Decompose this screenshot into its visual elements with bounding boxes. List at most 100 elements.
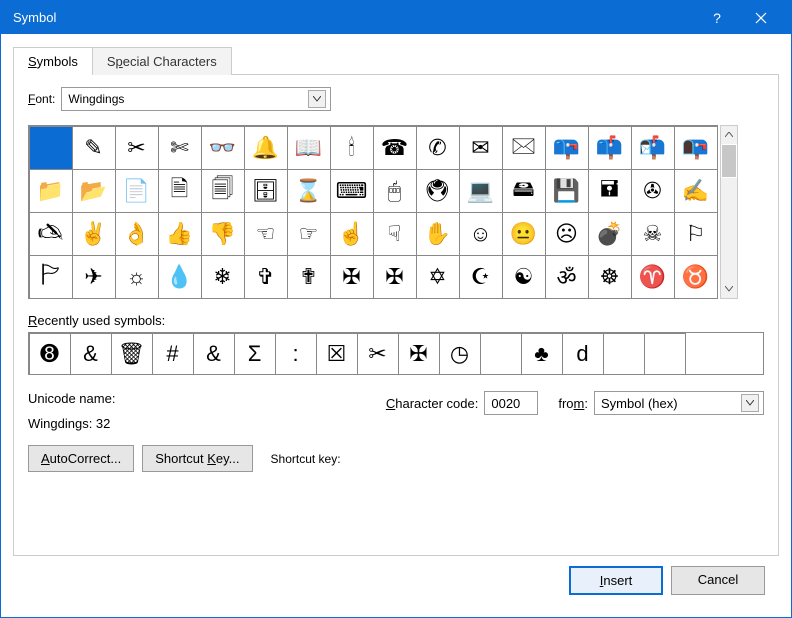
scroll-thumb[interactable] xyxy=(722,145,736,177)
symbol-ok-hand[interactable]: 👌 xyxy=(115,212,159,256)
close-button[interactable] xyxy=(739,1,783,34)
recent-ampersand-script[interactable]: & xyxy=(70,333,112,375)
charcode-input[interactable]: 0020 xyxy=(484,391,538,415)
grid-scrollbar[interactable] xyxy=(720,125,738,299)
recent-hash[interactable]: # xyxy=(152,333,194,375)
help-button[interactable]: ? xyxy=(695,1,739,34)
symbol-mailbox-open[interactable]: 📬 xyxy=(631,126,675,170)
symbol-thumbs-down[interactable]: 👎 xyxy=(201,212,245,256)
font-select[interactable]: Wingdings xyxy=(61,87,331,111)
tab-strip: Symbols Special Characters xyxy=(13,46,779,74)
symbol-mailbox-lowered[interactable]: 📭 xyxy=(674,126,718,170)
symbol-writing-hand[interactable]: ✍ xyxy=(674,169,718,213)
recent-clock[interactable]: ◷ xyxy=(439,333,481,375)
symbol-raised-hand[interactable]: ✋ xyxy=(416,212,460,256)
symbol-maltese-cross[interactable]: ✠ xyxy=(373,255,417,299)
recent-blank3[interactable] xyxy=(644,333,686,375)
symbol-computer[interactable]: 💻 xyxy=(459,169,503,213)
symbol-document-text[interactable]: 🗎 xyxy=(158,169,202,213)
symbol-file-cabinet[interactable]: 🗄 xyxy=(244,169,288,213)
info-left: Unicode name: Wingdings: 32 xyxy=(28,391,115,431)
symbol-snowflake[interactable]: ❄ xyxy=(201,255,245,299)
symbol-skull-crossbones[interactable]: ☠ xyxy=(631,212,675,256)
symbol-victory-hand[interactable]: ✌ xyxy=(72,212,116,256)
symbol-blank[interactable] xyxy=(29,126,73,170)
symbol-document[interactable]: 📄 xyxy=(115,169,159,213)
symbol-yin-yang[interactable]: ☯ xyxy=(502,255,546,299)
from-value: Symbol (hex) xyxy=(601,396,678,411)
recent-eight-ball[interactable]: ➑ xyxy=(29,333,71,375)
recent-ballot-x[interactable]: ☒ xyxy=(316,333,358,375)
symbol-om[interactable]: ॐ xyxy=(545,255,589,299)
shortcut-key-label: Shortcut key: xyxy=(271,452,341,466)
recent-scissors-recent[interactable]: ✂ xyxy=(357,333,399,375)
symbol-hourglass[interactable]: ⌛ xyxy=(287,169,331,213)
symbol-mailbox-closed[interactable]: 📪 xyxy=(545,126,589,170)
symbol-star-of-david[interactable]: ✡ xyxy=(416,255,460,299)
symbol-scissors-cut[interactable]: ✄ xyxy=(158,126,202,170)
autocorrect-button[interactable]: AutoCorrect... xyxy=(28,445,134,472)
symbol-documents[interactable]: 🗐 xyxy=(201,169,245,213)
symbol-shadowed-cross[interactable]: ✟ xyxy=(287,255,331,299)
insert-button[interactable]: Insert xyxy=(569,566,663,595)
recent-sigma[interactable]: Σ xyxy=(234,333,276,375)
symbol-thumbs-up[interactable]: 👍 xyxy=(158,212,202,256)
symbol-point-up[interactable]: ☝ xyxy=(330,212,374,256)
recent-club[interactable]: ♣ xyxy=(521,333,563,375)
symbol-point-right[interactable]: ☞ xyxy=(287,212,331,256)
symbol-airplane[interactable]: ✈ xyxy=(72,255,116,299)
symbol-mouse[interactable]: 🖱 xyxy=(373,169,417,213)
symbol-folder-open[interactable]: 📂 xyxy=(72,169,116,213)
symbol-trackball[interactable]: 🖲 xyxy=(416,169,460,213)
symbol-folder[interactable]: 📁 xyxy=(29,169,73,213)
scroll-down-icon[interactable] xyxy=(721,280,737,298)
symbol-latin-cross[interactable]: ✞ xyxy=(244,255,288,299)
symbol-tape[interactable]: ✇ xyxy=(631,169,675,213)
symbol-bell[interactable]: 🔔 xyxy=(244,126,288,170)
cancel-button[interactable]: Cancel xyxy=(671,566,765,595)
symbol-eyeglasses[interactable]: 👓 xyxy=(201,126,245,170)
symbol-scissors[interactable]: ✂ xyxy=(115,126,159,170)
symbol-neutral-face[interactable]: 😐 xyxy=(502,212,546,256)
recent-blank2[interactable] xyxy=(603,333,645,375)
symbol-grid: ✎✂✄👓🔔📖🕯☎✆✉🖂📪📫📬📭 📁📂📄🗎🗐🗄⌛⌨🖱🖲💻🖴💾🖬✇✍ 🖎✌👌👍👎☜☞☝☟… xyxy=(28,125,718,299)
recent-colon[interactable]: : xyxy=(275,333,317,375)
symbol-smiling-face[interactable]: ☺ xyxy=(459,212,503,256)
symbol-star-crescent[interactable]: ☪ xyxy=(459,255,503,299)
shortcut-key-button[interactable]: Shortcut Key... xyxy=(142,445,252,472)
recent-letter-d[interactable]: d xyxy=(562,333,604,375)
symbol-wheel-dharma[interactable]: ☸ xyxy=(588,255,632,299)
symbol-open-book[interactable]: 📖 xyxy=(287,126,331,170)
recent-celtic-cross-recent[interactable]: ✠ xyxy=(398,333,440,375)
symbol-envelope[interactable]: ✉ xyxy=(459,126,503,170)
symbol-candle[interactable]: 🕯 xyxy=(330,126,374,170)
symbol-bomb[interactable]: 💣 xyxy=(588,212,632,256)
symbol-flag[interactable]: ⚐ xyxy=(674,212,718,256)
symbol-sun[interactable]: ☼ xyxy=(115,255,159,299)
recent-blank-recent[interactable] xyxy=(480,333,522,375)
symbol-aries[interactable]: ♈ xyxy=(631,255,675,299)
symbol-floppy-disk[interactable]: 💾 xyxy=(545,169,589,213)
tab-symbols[interactable]: Symbols xyxy=(13,47,93,75)
recent-trash[interactable]: 🗑 xyxy=(111,333,153,375)
scroll-up-icon[interactable] xyxy=(721,126,737,144)
symbol-droplet[interactable]: 💧 xyxy=(158,255,202,299)
symbol-pencil[interactable]: ✎ xyxy=(72,126,116,170)
symbol-taurus[interactable]: ♉ xyxy=(674,255,718,299)
symbol-point-down[interactable]: ☟ xyxy=(373,212,417,256)
from-select[interactable]: Symbol (hex) xyxy=(594,391,764,415)
symbol-floppy-disk-black[interactable]: 🖬 xyxy=(588,169,632,213)
symbol-envelope-stamped[interactable]: 🖂 xyxy=(502,126,546,170)
symbol-point-left[interactable]: ☜ xyxy=(244,212,288,256)
recent-ampersand[interactable]: & xyxy=(193,333,235,375)
symbol-telephone-handset[interactable]: ✆ xyxy=(416,126,460,170)
symbol-pennant[interactable]: 🏱 xyxy=(29,255,73,299)
symbol-frowning-face[interactable]: ☹ xyxy=(545,212,589,256)
symbol-keyboard[interactable]: ⌨ xyxy=(330,169,374,213)
symbol-celtic-cross[interactable]: ✠ xyxy=(330,255,374,299)
symbol-mailbox-flag[interactable]: 📫 xyxy=(588,126,632,170)
symbol-telephone[interactable]: ☎ xyxy=(373,126,417,170)
tab-special-characters[interactable]: Special Characters xyxy=(92,47,232,75)
symbol-hand-left[interactable]: 🖎 xyxy=(29,212,73,256)
symbol-hard-disk[interactable]: 🖴 xyxy=(502,169,546,213)
